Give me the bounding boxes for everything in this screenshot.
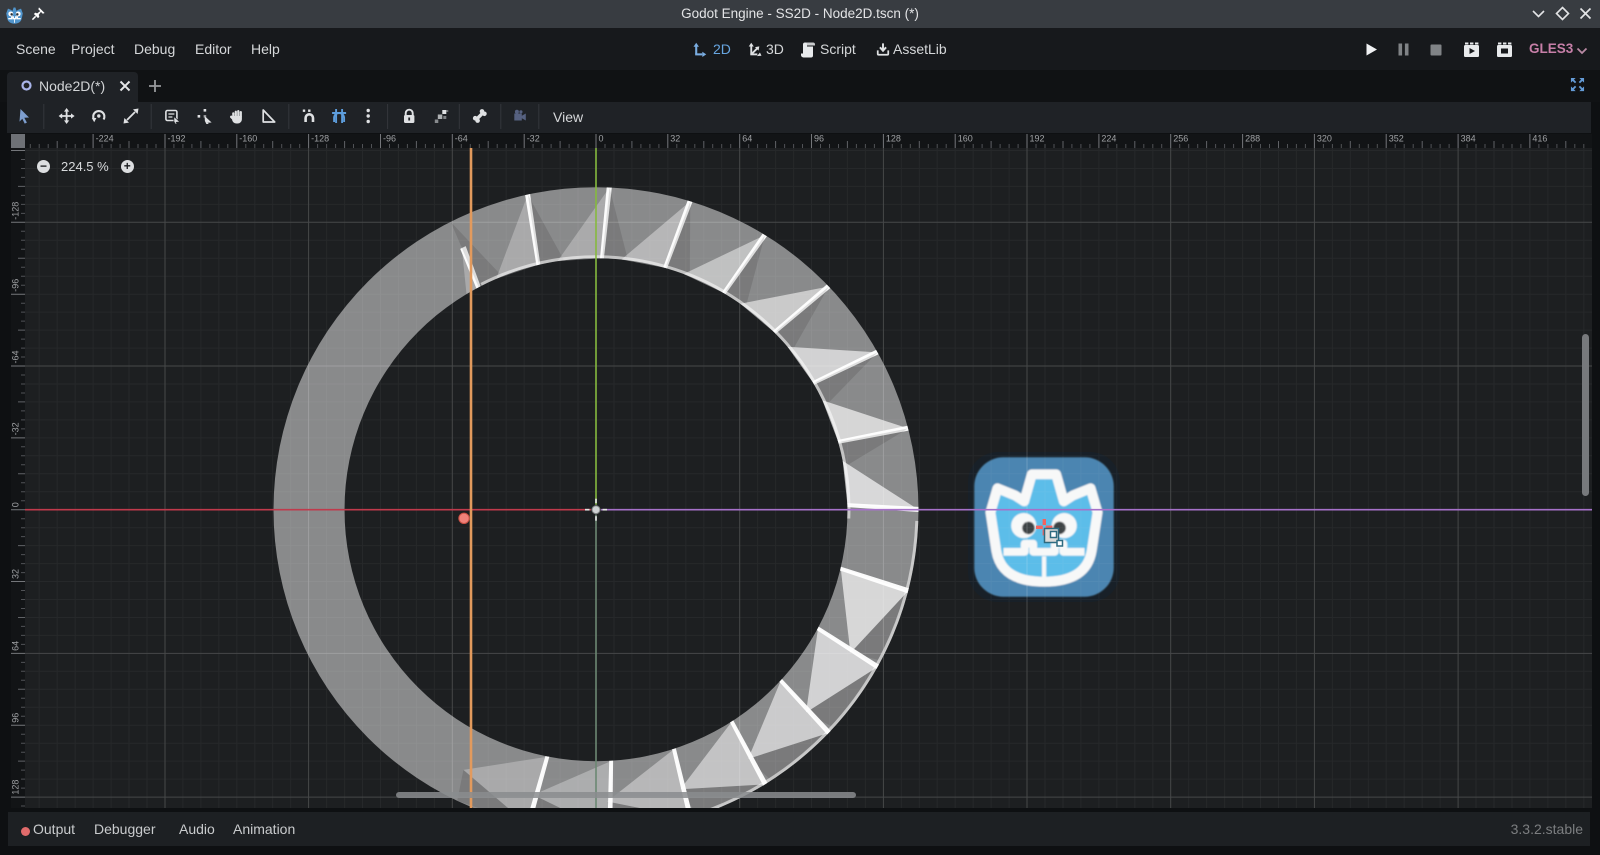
- svg-text:-96: -96: [11, 279, 21, 292]
- svg-text:192: 192: [1030, 134, 1045, 144]
- svg-text:-32: -32: [11, 422, 21, 435]
- svg-text:-64: -64: [455, 134, 468, 144]
- svg-text:64: 64: [742, 134, 752, 144]
- svg-text:64: 64: [11, 641, 21, 651]
- svg-text:0: 0: [11, 502, 21, 507]
- svg-text:320: 320: [1317, 134, 1332, 144]
- svg-text:-32: -32: [527, 134, 540, 144]
- svg-text:384: 384: [1461, 134, 1476, 144]
- svg-text:96: 96: [814, 134, 824, 144]
- svg-text:-192: -192: [168, 134, 186, 144]
- svg-text:0: 0: [599, 134, 604, 144]
- svg-text:-160: -160: [239, 134, 257, 144]
- svg-text:224: 224: [1101, 134, 1116, 144]
- svg-text:32: 32: [11, 569, 21, 579]
- svg-text:96: 96: [11, 713, 21, 723]
- svg-text:32: 32: [670, 134, 680, 144]
- svg-text:-64: -64: [11, 350, 21, 363]
- svg-text:256: 256: [1173, 134, 1188, 144]
- svg-text:-128: -128: [11, 202, 21, 220]
- svg-text:288: 288: [1245, 134, 1260, 144]
- svg-text:416: 416: [1532, 134, 1547, 144]
- svg-text:-96: -96: [383, 134, 396, 144]
- svg-text:160: 160: [958, 134, 973, 144]
- svg-text:-224: -224: [96, 134, 114, 144]
- svg-text:-128: -128: [311, 134, 329, 144]
- svg-text:128: 128: [886, 134, 901, 144]
- svg-text:352: 352: [1389, 134, 1404, 144]
- svg-text:128: 128: [11, 780, 21, 795]
